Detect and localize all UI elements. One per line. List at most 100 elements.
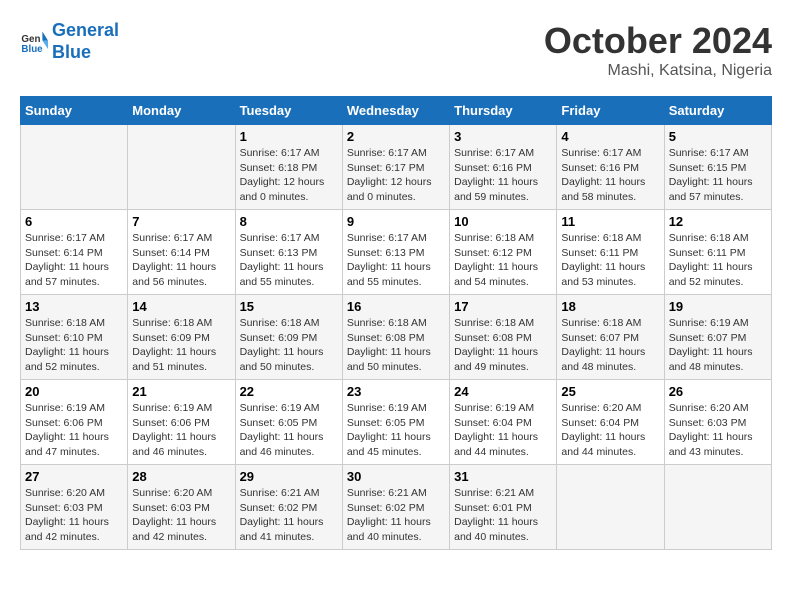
day-info: Sunrise: 6:17 AM Sunset: 6:17 PM Dayligh… [347, 146, 445, 205]
calendar-week-1: 1Sunrise: 6:17 AM Sunset: 6:18 PM Daylig… [21, 125, 772, 210]
day-number: 15 [240, 299, 338, 314]
calendar-cell: 2 Sunrise: 6:17 AM Sunset: 6:17 PM Daylig… [342, 125, 449, 210]
calendar-cell: 3Sunrise: 6:17 AM Sunset: 6:16 PM Daylig… [450, 125, 557, 210]
day-info: Sunrise: 6:19 AM Sunset: 6:04 PM Dayligh… [454, 401, 552, 460]
day-number: 19 [669, 299, 767, 314]
calendar-cell: 8 Sunrise: 6:17 AM Sunset: 6:13 PM Daylig… [235, 210, 342, 295]
day-number: 9 [347, 214, 445, 229]
calendar-cell: 20 Sunrise: 6:19 AM Sunset: 6:06 PM Dayli… [21, 380, 128, 465]
calendar-cell: 22 Sunrise: 6:19 AM Sunset: 6:05 PM Dayli… [235, 380, 342, 465]
title-block: October 2024 Mashi, Katsina, Nigeria [544, 20, 772, 80]
calendar-cell: 6 Sunrise: 6:17 AM Sunset: 6:14 PM Daylig… [21, 210, 128, 295]
day-number: 4 [561, 129, 659, 144]
day-number: 14 [132, 299, 230, 314]
day-info: Sunrise: 6:19 AM Sunset: 6:06 PM Dayligh… [25, 401, 123, 460]
calendar-cell: 13Sunrise: 6:18 AM Sunset: 6:10 PM Dayli… [21, 295, 128, 380]
day-info: Sunrise: 6:18 AM Sunset: 6:12 PM Dayligh… [454, 231, 552, 290]
calendar-cell [664, 465, 771, 550]
calendar-cell: 21 Sunrise: 6:19 AM Sunset: 6:06 PM Dayli… [128, 380, 235, 465]
calendar-cell [128, 125, 235, 210]
day-number: 18 [561, 299, 659, 314]
calendar-week-5: 27Sunrise: 6:20 AM Sunset: 6:03 PM Dayli… [21, 465, 772, 550]
header-cell-friday: Friday [557, 97, 664, 125]
calendar-cell: 31 Sunrise: 6:21 AM Sunset: 6:01 PM Dayli… [450, 465, 557, 550]
month-title: October 2024 [544, 20, 772, 62]
day-number: 25 [561, 384, 659, 399]
calendar-cell: 29 Sunrise: 6:21 AM Sunset: 6:02 PM Dayli… [235, 465, 342, 550]
calendar-cell: 5 Sunrise: 6:17 AM Sunset: 6:15 PM Daylig… [664, 125, 771, 210]
calendar-header: SundayMondayTuesdayWednesdayThursdayFrid… [21, 97, 772, 125]
day-info: Sunrise: 6:17 AM Sunset: 6:16 PM Dayligh… [561, 146, 659, 205]
header-cell-saturday: Saturday [664, 97, 771, 125]
day-number: 6 [25, 214, 123, 229]
day-info: Sunrise: 6:18 AM Sunset: 6:08 PM Dayligh… [347, 316, 445, 375]
day-info: Sunrise: 6:18 AM Sunset: 6:08 PM Dayligh… [454, 316, 552, 375]
day-info: Sunrise: 6:17 AM Sunset: 6:14 PM Dayligh… [132, 231, 230, 290]
day-info: Sunrise: 6:20 AM Sunset: 6:03 PM Dayligh… [25, 486, 123, 545]
day-number: 20 [25, 384, 123, 399]
day-info: Sunrise: 6:19 AM Sunset: 6:06 PM Dayligh… [132, 401, 230, 460]
header-cell-thursday: Thursday [450, 97, 557, 125]
calendar-week-3: 13Sunrise: 6:18 AM Sunset: 6:10 PM Dayli… [21, 295, 772, 380]
day-number: 16 [347, 299, 445, 314]
logo-icon: Gen Blue [20, 28, 48, 56]
calendar-cell: 30 Sunrise: 6:21 AM Sunset: 6:02 PM Dayli… [342, 465, 449, 550]
logo-text: GeneralBlue [52, 20, 119, 63]
day-number: 2 [347, 129, 445, 144]
day-number: 28 [132, 469, 230, 484]
day-number: 17 [454, 299, 552, 314]
calendar-cell: 9 Sunrise: 6:17 AM Sunset: 6:13 PM Daylig… [342, 210, 449, 295]
calendar-cell: 11Sunrise: 6:18 AM Sunset: 6:11 PM Dayli… [557, 210, 664, 295]
header-cell-wednesday: Wednesday [342, 97, 449, 125]
page-header: Gen Blue GeneralBlue October 2024 Mashi,… [20, 20, 772, 80]
day-info: Sunrise: 6:18 AM Sunset: 6:10 PM Dayligh… [25, 316, 123, 375]
day-number: 1 [240, 129, 338, 144]
calendar-cell: 28 Sunrise: 6:20 AM Sunset: 6:03 PM Dayli… [128, 465, 235, 550]
calendar-cell: 16 Sunrise: 6:18 AM Sunset: 6:08 PM Dayli… [342, 295, 449, 380]
day-info: Sunrise: 6:17 AM Sunset: 6:13 PM Dayligh… [347, 231, 445, 290]
calendar-cell: 18 Sunrise: 6:18 AM Sunset: 6:07 PM Dayli… [557, 295, 664, 380]
day-info: Sunrise: 6:21 AM Sunset: 6:02 PM Dayligh… [240, 486, 338, 545]
day-number: 29 [240, 469, 338, 484]
day-info: Sunrise: 6:20 AM Sunset: 6:04 PM Dayligh… [561, 401, 659, 460]
day-number: 7 [132, 214, 230, 229]
calendar-cell: 27Sunrise: 6:20 AM Sunset: 6:03 PM Dayli… [21, 465, 128, 550]
calendar-cell: 10 Sunrise: 6:18 AM Sunset: 6:12 PM Dayli… [450, 210, 557, 295]
calendar-week-2: 6 Sunrise: 6:17 AM Sunset: 6:14 PM Daylig… [21, 210, 772, 295]
day-info: Sunrise: 6:18 AM Sunset: 6:07 PM Dayligh… [561, 316, 659, 375]
day-info: Sunrise: 6:20 AM Sunset: 6:03 PM Dayligh… [669, 401, 767, 460]
day-number: 30 [347, 469, 445, 484]
day-number: 10 [454, 214, 552, 229]
day-number: 3 [454, 129, 552, 144]
calendar-cell: 19 Sunrise: 6:19 AM Sunset: 6:07 PM Dayli… [664, 295, 771, 380]
logo: Gen Blue GeneralBlue [20, 20, 119, 63]
day-number: 12 [669, 214, 767, 229]
day-info: Sunrise: 6:17 AM Sunset: 6:15 PM Dayligh… [669, 146, 767, 205]
day-number: 26 [669, 384, 767, 399]
day-info: Sunrise: 6:17 AM Sunset: 6:14 PM Dayligh… [25, 231, 123, 290]
day-number: 31 [454, 469, 552, 484]
calendar-week-4: 20 Sunrise: 6:19 AM Sunset: 6:06 PM Dayli… [21, 380, 772, 465]
day-number: 8 [240, 214, 338, 229]
day-info: Sunrise: 6:19 AM Sunset: 6:05 PM Dayligh… [347, 401, 445, 460]
calendar-cell: 25 Sunrise: 6:20 AM Sunset: 6:04 PM Dayli… [557, 380, 664, 465]
location: Mashi, Katsina, Nigeria [544, 62, 772, 80]
day-number: 21 [132, 384, 230, 399]
day-number: 23 [347, 384, 445, 399]
calendar-table: SundayMondayTuesdayWednesdayThursdayFrid… [20, 96, 772, 550]
day-info: Sunrise: 6:19 AM Sunset: 6:05 PM Dayligh… [240, 401, 338, 460]
day-info: Sunrise: 6:21 AM Sunset: 6:01 PM Dayligh… [454, 486, 552, 545]
header-cell-tuesday: Tuesday [235, 97, 342, 125]
day-info: Sunrise: 6:17 AM Sunset: 6:13 PM Dayligh… [240, 231, 338, 290]
calendar-cell: 24Sunrise: 6:19 AM Sunset: 6:04 PM Dayli… [450, 380, 557, 465]
day-info: Sunrise: 6:20 AM Sunset: 6:03 PM Dayligh… [132, 486, 230, 545]
day-number: 5 [669, 129, 767, 144]
day-number: 22 [240, 384, 338, 399]
calendar-cell: 7 Sunrise: 6:17 AM Sunset: 6:14 PM Daylig… [128, 210, 235, 295]
calendar-cell: 17 Sunrise: 6:18 AM Sunset: 6:08 PM Dayli… [450, 295, 557, 380]
day-info: Sunrise: 6:21 AM Sunset: 6:02 PM Dayligh… [347, 486, 445, 545]
header-row: SundayMondayTuesdayWednesdayThursdayFrid… [21, 97, 772, 125]
header-cell-sunday: Sunday [21, 97, 128, 125]
day-info: Sunrise: 6:19 AM Sunset: 6:07 PM Dayligh… [669, 316, 767, 375]
calendar-cell [21, 125, 128, 210]
